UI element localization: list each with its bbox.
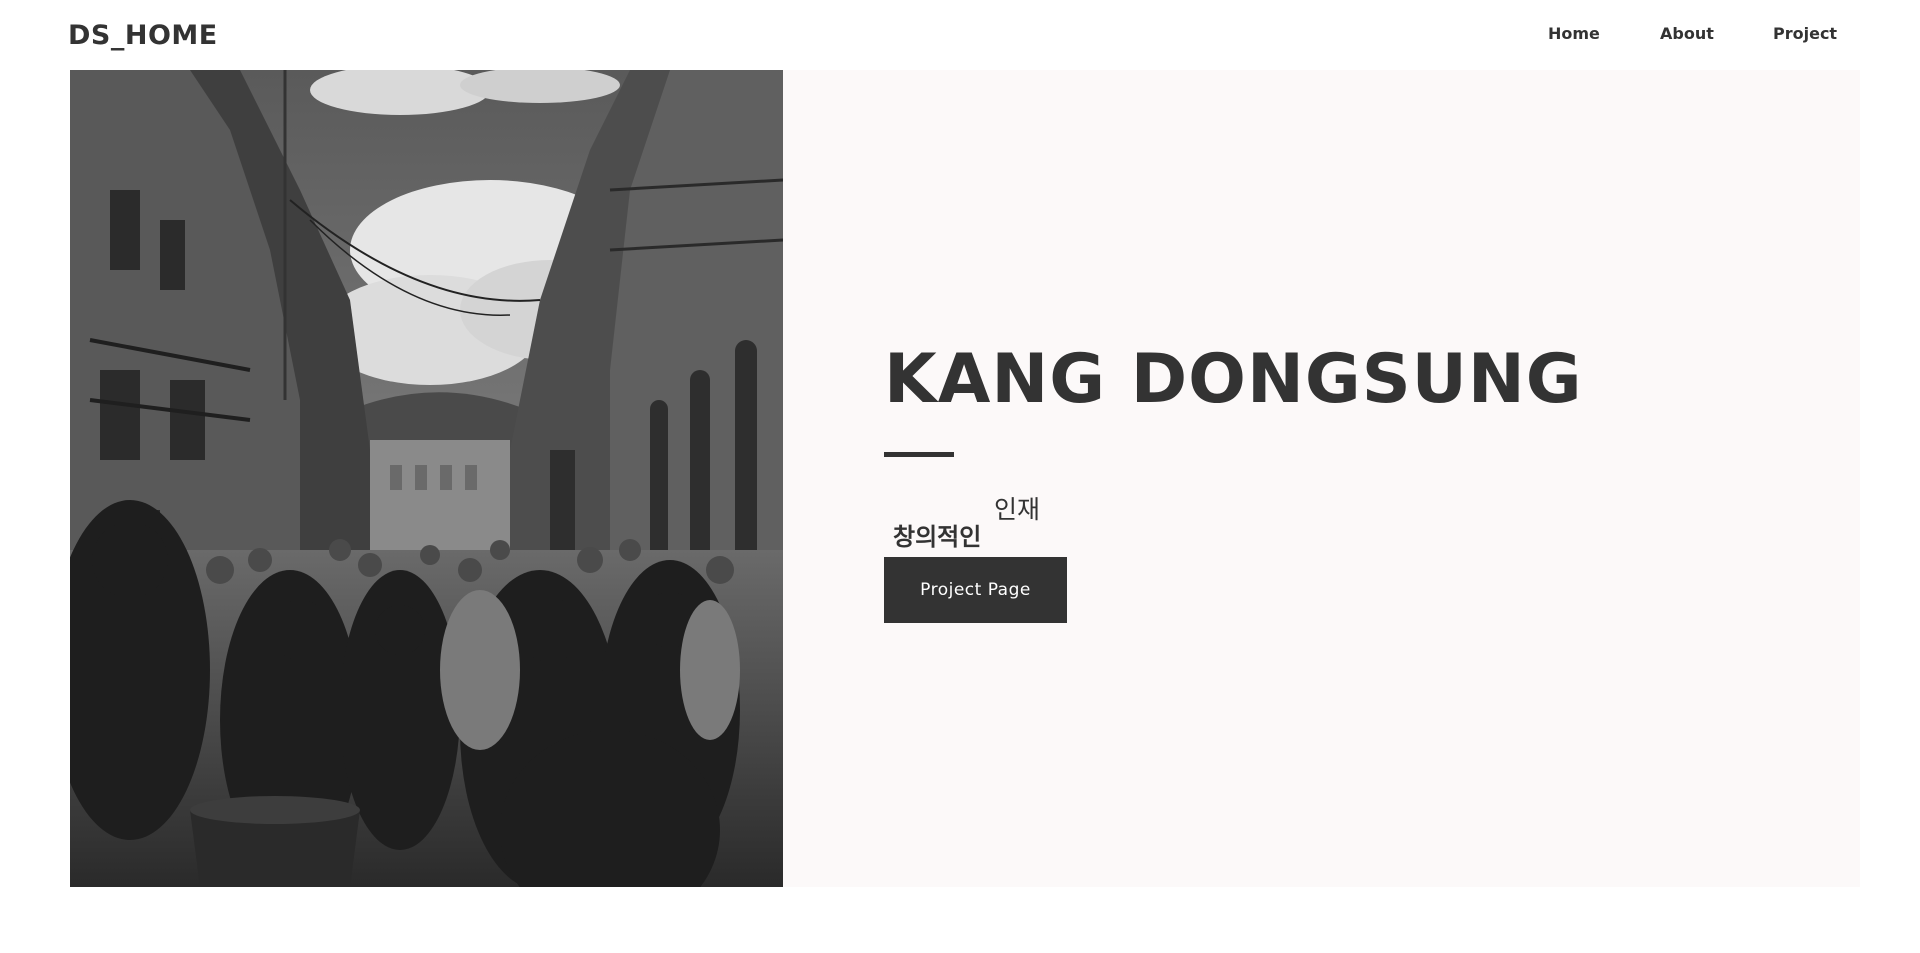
- site-header: DS_HOME Home About Project: [0, 0, 1920, 70]
- hero-title: KANG DONGSUNG: [884, 340, 1583, 419]
- nav-about-link[interactable]: About: [1660, 24, 1714, 43]
- hero-content: KANG DONGSUNG 창의적인 인재 Project Page: [884, 70, 1784, 887]
- project-page-button[interactable]: Project Page: [884, 557, 1067, 623]
- title-underline-divider: [884, 452, 954, 457]
- tagline-strong-text: 창의적인: [893, 523, 982, 551]
- nav-home-link[interactable]: Home: [1548, 24, 1600, 43]
- hero-street-photo: [70, 70, 783, 887]
- nav-project-link[interactable]: Project: [1773, 24, 1837, 43]
- tagline-superscript-text: 인재: [994, 495, 1041, 524]
- main-nav: Home About Project: [0, 24, 1920, 54]
- hero-section: KANG DONGSUNG 창의적인 인재 Project Page: [70, 70, 1860, 887]
